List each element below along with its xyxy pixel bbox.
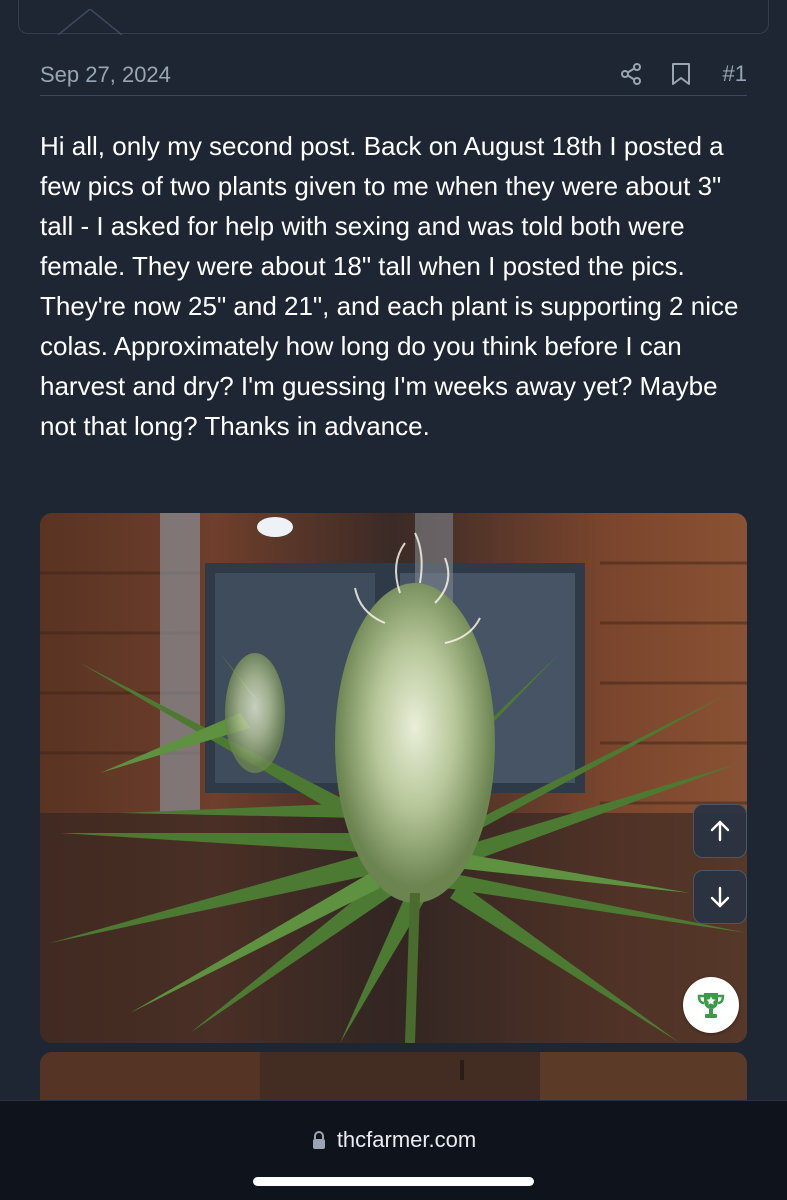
trophy-icon [697, 993, 725, 1018]
arrow-up-icon [710, 820, 730, 842]
post-actions: #1 [617, 58, 747, 90]
home-indicator[interactable] [253, 1177, 534, 1186]
lock-icon [312, 1131, 325, 1149]
post-body: Hi all, only my second post. Back on Aug… [40, 131, 739, 441]
url-text: thcfarmer.com [336, 1127, 477, 1152]
attachment-image[interactable] [40, 513, 747, 1043]
share-icon[interactable] [617, 60, 645, 88]
url-field[interactable]: thcfarmer.com [0, 1127, 787, 1153]
post-number-link[interactable]: #1 [723, 61, 747, 87]
post-date: Sep 27, 2024 [40, 62, 171, 87]
arrow-down-icon [710, 886, 730, 908]
post-header: Sep 27, 2024 #1 [40, 56, 747, 96]
scroll-up-button[interactable] [693, 804, 747, 858]
bookmark-icon[interactable] [667, 60, 695, 88]
award-button[interactable] [683, 977, 739, 1033]
scroll-down-button[interactable] [693, 870, 747, 924]
caret-outline [58, 9, 122, 35]
previous-card-frame [18, 0, 769, 34]
plant-photo [40, 513, 747, 1043]
browser-address-bar: thcfarmer.com [0, 1100, 787, 1200]
